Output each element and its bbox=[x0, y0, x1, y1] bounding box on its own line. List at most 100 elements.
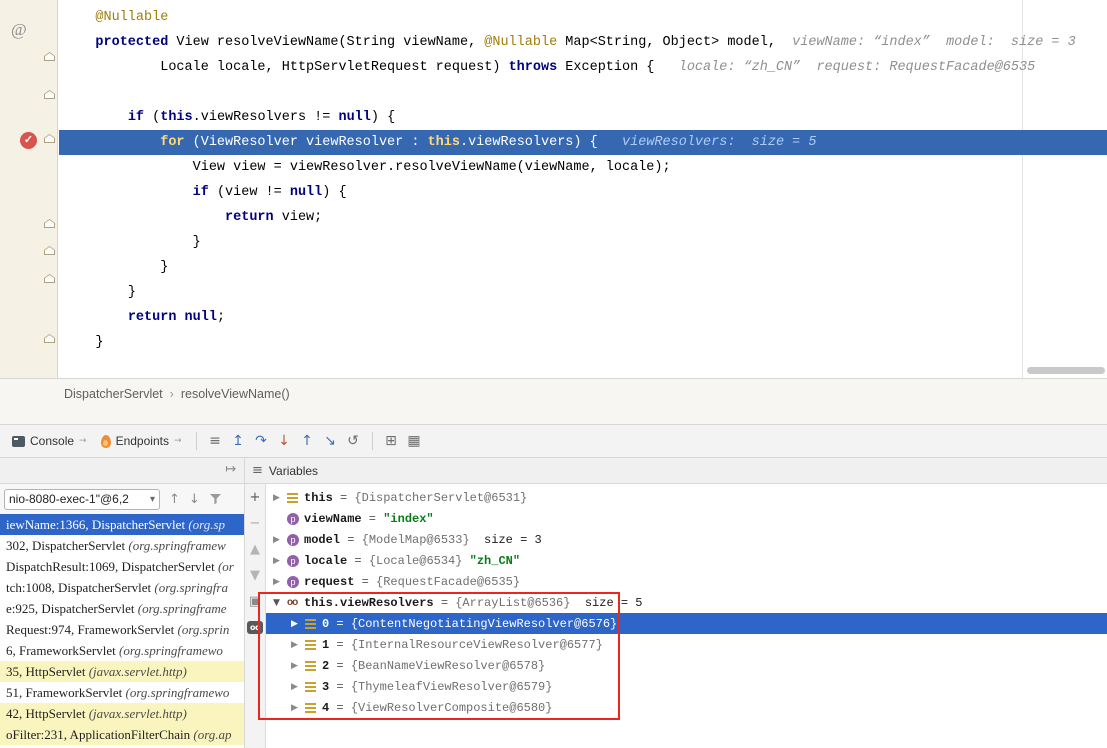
variable-name: this bbox=[304, 491, 333, 505]
stack-frame[interactable]: 42, HttpServlet (javax.servlet.http) bbox=[0, 703, 244, 724]
chevron-right-icon[interactable]: ▶ bbox=[273, 493, 287, 503]
variable-row[interactable]: ▶4 = {ViewResolverComposite@6580} bbox=[266, 697, 1107, 718]
variable-row[interactable]: ▶pmodel = {ModelMap@6533} size = 3 bbox=[266, 529, 1107, 550]
run-to-cursor-icon[interactable]: ↘ bbox=[319, 431, 342, 451]
step-over-icon[interactable]: ↷ bbox=[250, 431, 273, 451]
variable-row[interactable]: pviewName = "index" bbox=[266, 508, 1107, 529]
frame-down-icon[interactable]: ↓ bbox=[189, 492, 200, 507]
stack-frame[interactable]: iewName:1366, DispatcherServlet (org.sp bbox=[0, 514, 244, 535]
variable-row[interactable]: ▶3 = {ThymeleafViewResolver@6579} bbox=[266, 676, 1107, 697]
copy-icon[interactable]: ▣ bbox=[249, 595, 261, 609]
chevron-right-icon[interactable]: ▶ bbox=[291, 703, 305, 713]
breakpoint-icon[interactable]: ✓ bbox=[20, 132, 37, 149]
fold-marker-icon[interactable] bbox=[44, 90, 55, 99]
step-out-icon[interactable]: ↑ bbox=[296, 431, 319, 451]
frames-toolbar: nio-8080-exec-1"@6,2 ▾ ↑ ↓ bbox=[0, 484, 244, 514]
fold-marker-icon[interactable] bbox=[44, 334, 55, 343]
variable-row[interactable]: ▶1 = {InternalResourceViewResolver@6577} bbox=[266, 634, 1107, 655]
stack-frame[interactable]: Request:974, FrameworkServlet (org.sprin bbox=[0, 619, 244, 640]
variables-menu-icon[interactable]: ≡ bbox=[252, 463, 263, 478]
variable-value: {ViewResolverComposite@6580} bbox=[351, 701, 553, 715]
editor-gutter: @ ✓ bbox=[0, 0, 58, 378]
stack-frame[interactable]: tch:1008, DispatcherServlet (org.springf… bbox=[0, 577, 244, 598]
variable-value: {Locale@6534} bbox=[369, 554, 463, 568]
stack-frame[interactable]: e:925, DispatcherServlet (org.springfram… bbox=[0, 598, 244, 619]
variable-value: {ArrayList@6536} bbox=[455, 596, 570, 610]
stack-frame[interactable]: 6, FrameworkServlet (org.springframewo bbox=[0, 640, 244, 661]
thread-dropdown[interactable]: nio-8080-exec-1"@6,2 ▾ bbox=[4, 489, 160, 510]
variable-name: request bbox=[304, 575, 354, 589]
variable-row[interactable]: ▶plocale = {Locale@6534} "zh_CN" bbox=[266, 550, 1107, 571]
value-icon bbox=[287, 493, 298, 503]
fold-marker-icon[interactable] bbox=[44, 219, 55, 228]
variable-row[interactable]: ▶this = {DispatcherServlet@6531} bbox=[266, 487, 1107, 508]
thread-dropdown-label: nio-8080-exec-1"@6,2 bbox=[9, 492, 129, 506]
debug-toolbar-tabs: Console→Endpoints→ bbox=[5, 430, 189, 452]
add-watch-icon[interactable]: + bbox=[250, 491, 261, 505]
value-icon bbox=[305, 703, 316, 713]
chevron-right-icon[interactable]: ▶ bbox=[291, 661, 305, 671]
view-breakpoints-icon[interactable]: ⊞ bbox=[380, 431, 403, 451]
chevron-right-icon[interactable]: ▶ bbox=[273, 577, 287, 587]
settings-menu-icon[interactable]: ≡ bbox=[204, 431, 227, 451]
drop-frame-icon[interactable]: ↺ bbox=[342, 431, 365, 451]
value-icon bbox=[305, 619, 316, 629]
code-line: if (this.viewResolvers != null) { bbox=[59, 105, 1107, 130]
variable-string-value: "index" bbox=[383, 512, 433, 526]
variables-tree: ▶this = {DispatcherServlet@6531}pviewNam… bbox=[266, 487, 1107, 718]
inline-debug-hint: viewResolvers: size = 5 bbox=[606, 135, 817, 150]
frame-up-icon[interactable]: ↑ bbox=[169, 492, 180, 507]
mute-breakpoints-icon[interactable]: ▦ bbox=[403, 431, 426, 451]
frames-panel: nio-8080-exec-1"@6,2 ▾ ↑ ↓ iewName:1366,… bbox=[0, 484, 245, 748]
watch-icon: oo bbox=[287, 598, 297, 608]
variable-row[interactable]: ▶2 = {BeanNameViewResolver@6578} bbox=[266, 655, 1107, 676]
filter-funnel-icon[interactable] bbox=[209, 493, 222, 505]
variable-row[interactable]: ▶prequest = {RequestFacade@6535} bbox=[266, 571, 1107, 592]
frames-options-icon[interactable]: ↦ bbox=[225, 462, 236, 477]
code-line: View view = viewResolver.resolveViewName… bbox=[59, 155, 1107, 180]
tab-options-arrow-icon: → bbox=[174, 436, 182, 446]
code-line: if (view != null) { bbox=[59, 180, 1107, 205]
console-icon bbox=[12, 436, 25, 447]
fold-marker-icon[interactable] bbox=[44, 52, 55, 61]
toolbar-separator bbox=[196, 432, 197, 450]
chevron-right-icon[interactable]: ▶ bbox=[291, 640, 305, 650]
inline-debug-hint: viewName: “index” model: size = 3 bbox=[776, 35, 1076, 50]
stack-frame[interactable]: DispatchResult:1069, DispatcherServlet (… bbox=[0, 556, 244, 577]
stack-frame[interactable]: oFilter:231, ApplicationFilterChain (org… bbox=[0, 724, 244, 745]
fold-marker-icon[interactable] bbox=[44, 274, 55, 283]
step-into-icon[interactable]: ↓ bbox=[273, 431, 296, 451]
move-watch-down-icon[interactable]: ▼ bbox=[250, 569, 260, 583]
code-line: } bbox=[59, 330, 1107, 355]
move-watch-up-icon[interactable]: ▲ bbox=[250, 543, 260, 557]
tab-console[interactable]: Console→ bbox=[5, 430, 94, 452]
stack-frame[interactable]: 302, DispatcherServlet (org.springframew bbox=[0, 535, 244, 556]
chevron-right-icon[interactable]: ▶ bbox=[273, 535, 287, 545]
chevron-down-icon: ▾ bbox=[150, 494, 155, 505]
variable-row[interactable]: ▶0 = {ContentNegotiatingViewResolver@657… bbox=[266, 613, 1107, 634]
stack-frame[interactable]: 51, FrameworkServlet (org.springframewo bbox=[0, 682, 244, 703]
chevron-right-icon[interactable]: ▶ bbox=[273, 556, 287, 566]
chevron-right-icon[interactable]: ▶ bbox=[291, 682, 305, 692]
show-execution-point-icon[interactable]: ↥ bbox=[227, 431, 250, 451]
chevron-right-icon[interactable]: ▶ bbox=[291, 619, 305, 629]
toolbar-separator bbox=[372, 432, 373, 450]
variable-value: {ModelMap@6533} bbox=[362, 533, 470, 547]
tab-endpoints[interactable]: Endpoints→ bbox=[94, 430, 189, 452]
breadcrumb-item[interactable]: DispatcherServlet bbox=[64, 387, 163, 401]
chevron-down-icon[interactable]: ▼ bbox=[273, 598, 287, 608]
code-line: return view; bbox=[59, 205, 1107, 230]
breadcrumb-item[interactable]: resolveViewName() bbox=[181, 387, 290, 401]
code-line bbox=[59, 80, 1107, 105]
stack-frame[interactable]: 35, HttpServlet (javax.servlet.http) bbox=[0, 661, 244, 682]
fold-marker-icon[interactable] bbox=[44, 246, 55, 255]
value-icon bbox=[305, 682, 316, 692]
variable-row[interactable]: ▼oothis.viewResolvers = {ArrayList@6536}… bbox=[266, 592, 1107, 613]
variable-name: 2 bbox=[322, 659, 329, 673]
fold-marker-icon[interactable] bbox=[44, 134, 55, 143]
remove-watch-icon[interactable]: − bbox=[250, 517, 261, 531]
show-watches-icon[interactable]: oo bbox=[247, 621, 263, 634]
variables-title: Variables bbox=[269, 464, 318, 478]
horizontal-scrollbar-thumb[interactable] bbox=[1027, 367, 1105, 374]
code-area[interactable]: @Nullable protected View resolveViewName… bbox=[59, 5, 1107, 355]
